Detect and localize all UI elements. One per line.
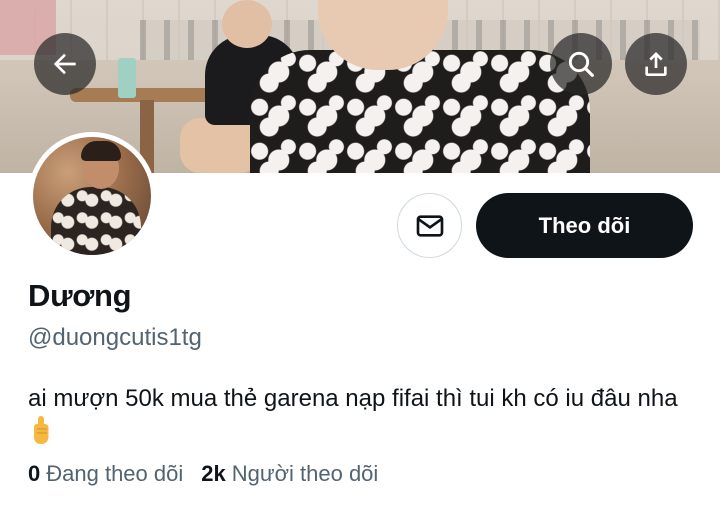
banner-person-main-shirt bbox=[250, 50, 590, 173]
avatar-shirt bbox=[51, 187, 141, 255]
share-upload-icon bbox=[645, 52, 667, 76]
following-count: 0 bbox=[28, 461, 41, 486]
followers-count: 2k bbox=[201, 461, 226, 486]
banner-person-left-legs bbox=[180, 118, 260, 173]
back-button[interactable] bbox=[34, 33, 96, 95]
message-button[interactable] bbox=[397, 193, 462, 258]
profile-stats: 0 Đang theo dõi 2k Người theo dõi bbox=[28, 461, 378, 487]
following-label: Đang theo dõi bbox=[46, 461, 184, 486]
banner-person-left-head bbox=[222, 0, 272, 48]
user-handle: @duongcutis1tg bbox=[28, 324, 202, 351]
bio-text: ai mượn 50k mua thẻ garena nạp fifai thì… bbox=[28, 385, 678, 412]
follow-button[interactable]: Theo dõi bbox=[476, 193, 693, 258]
avatar-hair bbox=[81, 141, 121, 161]
banner-bottle bbox=[118, 58, 136, 98]
arrow-left-icon bbox=[53, 53, 76, 75]
mail-icon bbox=[416, 214, 443, 237]
share-button[interactable] bbox=[625, 33, 687, 95]
followers-label: Người theo dõi bbox=[231, 461, 379, 486]
display-name: Dương bbox=[28, 278, 132, 313]
pointing-finger-emoji-icon bbox=[30, 415, 52, 454]
avatar-photo bbox=[33, 137, 151, 255]
followers-stat[interactable]: 2k Người theo dõi bbox=[201, 461, 378, 487]
following-stat[interactable]: 0 Đang theo dõi bbox=[28, 461, 183, 487]
search-button[interactable] bbox=[550, 33, 612, 95]
profile-avatar[interactable] bbox=[28, 132, 156, 260]
profile-bio: ai mượn 50k mua thẻ garena nạp fifai thì… bbox=[28, 382, 688, 454]
search-icon bbox=[568, 51, 594, 77]
